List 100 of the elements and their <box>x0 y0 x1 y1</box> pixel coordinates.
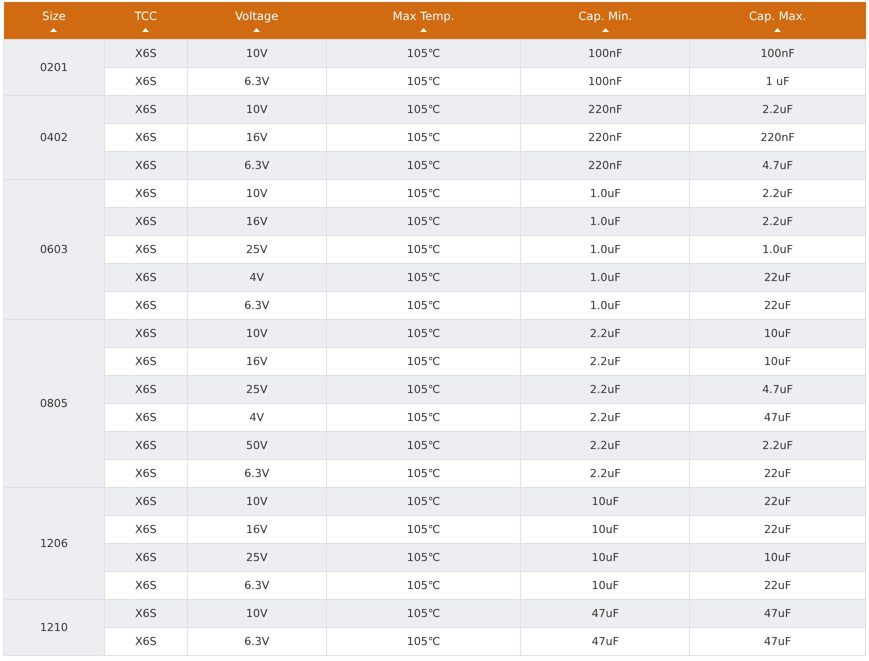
table-cell: 10uF <box>690 348 866 376</box>
table-cell: 105℃ <box>326 516 521 544</box>
column-header[interactable]: Cap. Min. <box>520 2 690 40</box>
table-cell: 0603 <box>4 180 104 320</box>
table-cell: 105℃ <box>326 376 521 404</box>
table-cell: X6S <box>104 152 188 180</box>
table-cell: 105℃ <box>326 68 521 96</box>
sort-icon[interactable] <box>253 28 260 32</box>
table-cell: 105℃ <box>326 40 521 68</box>
table-cell: 105℃ <box>326 544 521 572</box>
table-cell: 100nF <box>690 40 866 68</box>
table-cell: 105℃ <box>326 404 521 432</box>
table-cell: X6S <box>104 572 188 600</box>
table-cell: 2.2uF <box>690 96 866 124</box>
table-cell: 2.2uF <box>520 460 690 488</box>
table-cell: 1 uF <box>690 68 866 96</box>
sort-icon[interactable] <box>602 28 609 32</box>
column-title: TCC <box>134 9 158 23</box>
table-cell: 47uF <box>690 628 866 656</box>
column-header[interactable]: TCC <box>104 2 188 40</box>
table-cell: 22uF <box>690 488 866 516</box>
table-cell: 6.3V <box>187 460 326 488</box>
table-cell: 25V <box>187 376 326 404</box>
table-cell: 6.3V <box>187 572 326 600</box>
table-cell: 22uF <box>690 572 866 600</box>
table-cell: 105℃ <box>326 180 521 208</box>
table-cell: X6S <box>104 404 188 432</box>
table-cell: 10uF <box>690 320 866 348</box>
table-cell: 220nF <box>690 124 866 152</box>
table-cell: 105℃ <box>326 236 521 264</box>
table-cell: 105℃ <box>326 124 521 152</box>
table-cell: 105℃ <box>326 320 521 348</box>
sort-icon[interactable] <box>774 28 782 32</box>
table-cell: 1.0uF <box>690 236 866 264</box>
table-cell: 2.2uF <box>520 432 690 460</box>
table-cell: 220nF <box>520 124 690 152</box>
table-cell: 2.2uF <box>520 348 690 376</box>
table-cell: 47uF <box>690 600 866 628</box>
column-title: Max Temp. <box>392 9 454 23</box>
table-cell: X6S <box>104 628 188 656</box>
table-cell: X6S <box>104 460 188 488</box>
table-cell: 105℃ <box>326 208 521 236</box>
table-cell: 22uF <box>690 264 866 292</box>
table-cell: 2.2uF <box>520 320 690 348</box>
table-cell: 6.3V <box>187 68 326 96</box>
table-cell: 105℃ <box>326 600 521 628</box>
table-cell: 1.0uF <box>520 236 690 264</box>
table-cell: 100nF <box>520 68 690 96</box>
column-header[interactable]: Cap. Max. <box>690 2 866 40</box>
table-cell: 10uF <box>520 488 690 516</box>
table-cell: 105℃ <box>326 152 521 180</box>
table-cell: 2.2uF <box>520 376 690 404</box>
table-cell: X6S <box>104 68 188 96</box>
table-cell: 105℃ <box>326 96 521 124</box>
sort-icon[interactable] <box>142 28 150 32</box>
table-cell: 22uF <box>690 292 866 320</box>
column-header[interactable]: Voltage <box>187 2 326 40</box>
table-cell: 10V <box>187 96 326 124</box>
column-title: Cap. Max. <box>749 9 806 23</box>
table-cell: X6S <box>104 96 188 124</box>
table-cell: 1.0uF <box>520 264 690 292</box>
column-header[interactable]: Size <box>4 2 104 40</box>
table-cell: 10V <box>187 40 326 68</box>
table-cell: X6S <box>104 488 188 516</box>
sort-icon[interactable] <box>50 28 58 32</box>
table-cell: 22uF <box>690 460 866 488</box>
table-cell: X6S <box>104 348 188 376</box>
table-cell: 10V <box>187 488 326 516</box>
table-cell: X6S <box>104 516 188 544</box>
table-cell: 2.2uF <box>690 180 866 208</box>
table-cell: 10V <box>187 600 326 628</box>
table-cell: 105℃ <box>326 348 521 376</box>
column-header[interactable]: Max Temp. <box>326 2 521 40</box>
table-cell: 2.2uF <box>690 208 866 236</box>
table-cell: X6S <box>104 236 188 264</box>
table-cell: 10uF <box>520 516 690 544</box>
table-cell: X6S <box>104 264 188 292</box>
table-cell: 10uF <box>520 572 690 600</box>
table-cell: 50V <box>187 432 326 460</box>
table-cell: 100nF <box>520 40 690 68</box>
table-cell: 47uF <box>520 600 690 628</box>
table-cell: 10V <box>187 320 326 348</box>
table-cell: X6S <box>104 544 188 572</box>
table-cell: X6S <box>104 40 188 68</box>
table-cell: 6.3V <box>187 292 326 320</box>
table-cell: X6S <box>104 432 188 460</box>
table-cell: 2.2uF <box>520 404 690 432</box>
table-cell: 1.0uF <box>520 208 690 236</box>
table-cell: 4.7uF <box>690 152 866 180</box>
table-cell: 0402 <box>4 96 104 180</box>
sort-icon[interactable] <box>420 28 428 32</box>
table-cell: X6S <box>104 376 188 404</box>
table-cell: 1.0uF <box>520 180 690 208</box>
table-cell: 1206 <box>4 488 104 600</box>
table-cell: 16V <box>187 348 326 376</box>
column-title: Cap. Min. <box>578 9 632 23</box>
table-cell: 105℃ <box>326 432 521 460</box>
table-cell: 4.7uF <box>690 376 866 404</box>
column-title: Size <box>42 9 66 23</box>
table-cell: 16V <box>187 208 326 236</box>
